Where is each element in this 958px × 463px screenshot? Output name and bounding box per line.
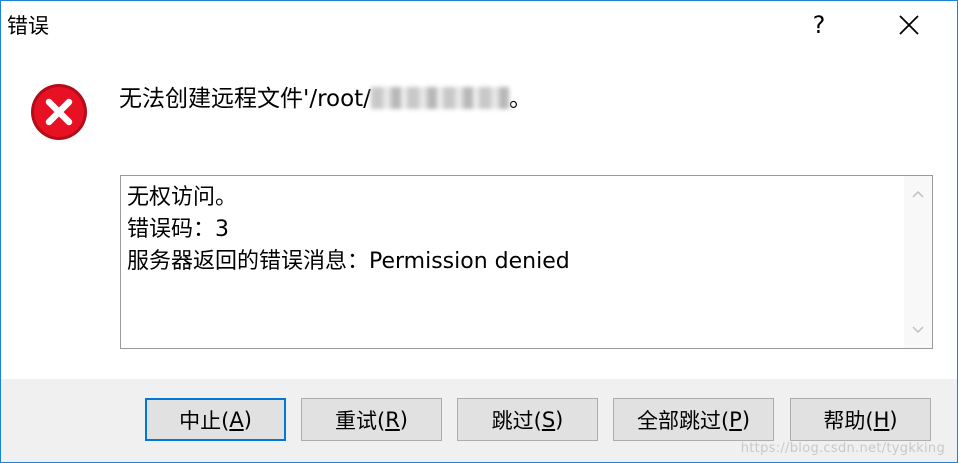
help-dialog-button[interactable]: 帮助(H) (790, 398, 931, 441)
close-icon (899, 15, 919, 35)
window-title: 错误 (7, 14, 49, 38)
details-scrollbar[interactable] (904, 176, 932, 348)
details-line-2: 错误码：3 (127, 217, 229, 242)
close-button[interactable] (886, 5, 932, 45)
details-line-3: 服务器返回的错误消息：Permission denied (127, 249, 570, 274)
help-button[interactable]: ? (796, 5, 842, 45)
skip-button[interactable]: 跳过(S) (457, 398, 598, 441)
retry-button[interactable]: 重试(R) (301, 398, 442, 441)
message-suffix: 。 (508, 86, 532, 112)
error-message: 无法创建远程文件'/root/ 。 (119, 83, 532, 115)
skip-all-button[interactable]: 全部跳过(P) (613, 398, 774, 441)
abort-button[interactable]: 中止(A) (145, 398, 286, 441)
chevron-down-icon (912, 326, 924, 334)
message-prefix: 无法创建远程文件'/root/ (119, 86, 371, 112)
scroll-down-button[interactable] (904, 318, 932, 342)
redacted-filename (370, 86, 509, 109)
error-dialog: 错误 ? 无法创建远程文件'/root/ 。 无权访问。错误码：3 服务器返回的错误… (0, 0, 958, 463)
button-bar: 中止(A) 重试(R) 跳过(S) 全部跳过(P) 帮助(H) https://… (1, 379, 957, 462)
error-icon (31, 84, 87, 140)
details-line-1: 无权访问。 (127, 185, 238, 210)
error-details-box[interactable]: 无权访问。错误码：3 服务器返回的错误消息：Permission denied (120, 175, 933, 349)
title-bar: 错误 ? (1, 1, 957, 51)
error-details-text: 无权访问。错误码：3 服务器返回的错误消息：Permission denied (127, 182, 570, 278)
chevron-up-icon (912, 190, 924, 198)
watermark-text: https://blog.csdn.net/tygkking (740, 441, 945, 456)
help-icon: ? (812, 11, 826, 39)
scroll-up-button[interactable] (904, 182, 932, 206)
